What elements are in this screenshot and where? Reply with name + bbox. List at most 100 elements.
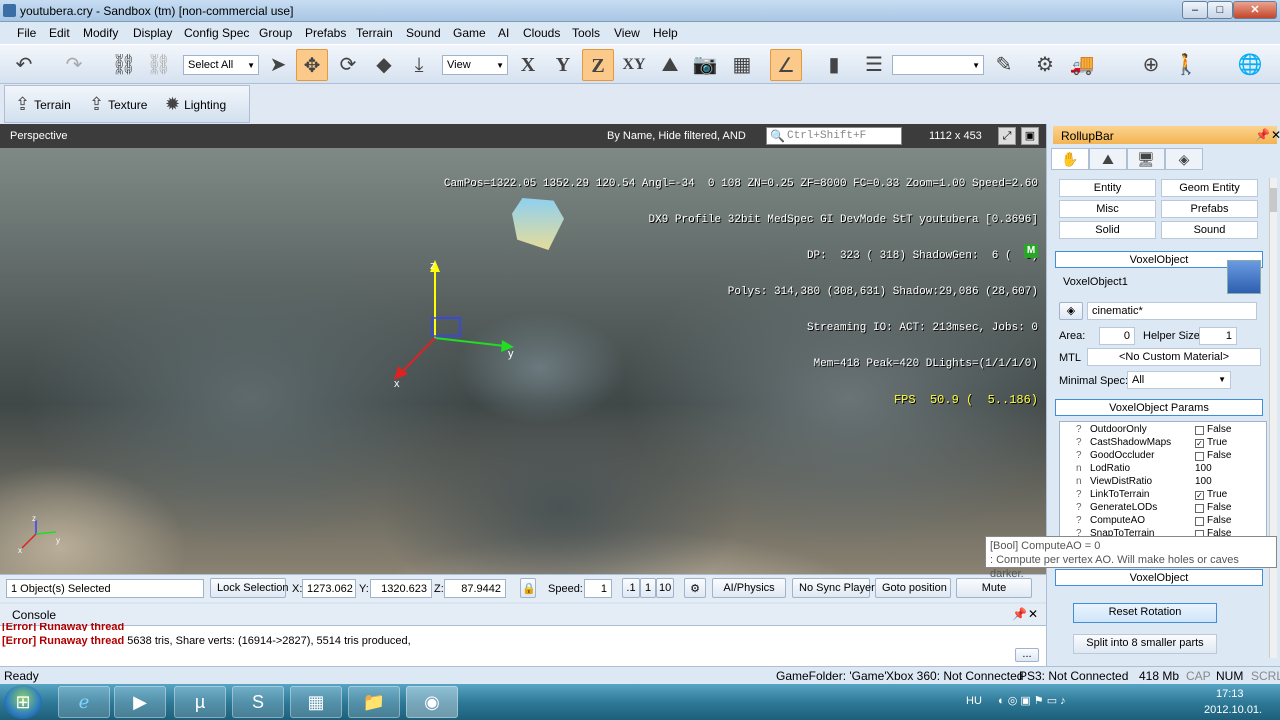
- layer-field[interactable]: cinematic*: [1087, 302, 1257, 320]
- voxelobject-params-header[interactable]: VoxelObject Params: [1055, 399, 1263, 416]
- minimal-spec-dropdown[interactable]: All ▼: [1127, 371, 1231, 389]
- menu-config-spec[interactable]: Config Spec: [184, 26, 249, 40]
- param-checkbox[interactable]: ✓: [1195, 491, 1204, 500]
- lifebuoy-icon[interactable]: ⊕: [1135, 49, 1167, 81]
- scrollbar-thumb[interactable]: [1270, 188, 1277, 212]
- utorrent-taskbar-icon[interactable]: µ: [174, 686, 226, 718]
- tab-objects[interactable]: ✋: [1051, 148, 1089, 170]
- globe-icon[interactable]: 🌐: [1234, 49, 1266, 81]
- pin-icon[interactable]: 📌: [1255, 128, 1270, 142]
- material-editor-icon[interactable]: ✎: [988, 49, 1020, 81]
- ai-physics-button[interactable]: AI/Physics: [712, 578, 786, 598]
- speed-preset-0.1[interactable]: .1: [622, 578, 640, 598]
- axis-xy-button[interactable]: XY: [618, 49, 650, 81]
- param-row[interactable]: n LodRatio 100: [1060, 463, 1266, 476]
- menu-terrain[interactable]: Terrain: [356, 26, 393, 40]
- console-more-button[interactable]: ...: [1015, 648, 1039, 662]
- angle-snap-icon[interactable]: ∠: [770, 49, 802, 81]
- select-filter-dropdown[interactable]: Select All ▼: [183, 55, 259, 75]
- param-row[interactable]: ? LinkToTerrain ✓ True: [1060, 489, 1266, 502]
- helper-size-input[interactable]: 1: [1199, 327, 1237, 345]
- select-arrow-icon[interactable]: ➤: [262, 49, 294, 81]
- speed-preset-1[interactable]: 1: [640, 578, 656, 598]
- speed-input[interactable]: 1: [584, 579, 612, 598]
- y-coordinate-field[interactable]: 1320.623: [370, 579, 432, 598]
- calculator-taskbar-icon[interactable]: ▦: [290, 686, 342, 718]
- menu-sound[interactable]: Sound: [406, 26, 441, 40]
- param-row[interactable]: ? GenerateLODs False: [1060, 502, 1266, 515]
- clock-date[interactable]: 2012.10.01.: [1204, 704, 1262, 716]
- layer-icon[interactable]: ◈: [1059, 302, 1083, 320]
- camera-icon[interactable]: 📷: [689, 49, 721, 81]
- grid-icon[interactable]: ▦: [726, 49, 758, 81]
- close-rollup-icon[interactable]: ✕: [1271, 128, 1280, 142]
- language-indicator[interactable]: HU: [966, 695, 982, 707]
- menu-ai[interactable]: AI: [498, 26, 509, 40]
- move-icon[interactable]: ✥: [296, 49, 328, 81]
- menu-clouds[interactable]: Clouds: [523, 26, 560, 40]
- tab-layers[interactable]: ◈: [1165, 148, 1203, 170]
- link-icon[interactable]: ⛓: [108, 49, 140, 81]
- menu-help[interactable]: Help: [653, 26, 678, 40]
- lock-selection-button[interactable]: Lock Selection: [210, 578, 289, 598]
- speed-preset-10[interactable]: 10: [656, 578, 674, 598]
- unlink-icon[interactable]: ⛓: [143, 49, 175, 81]
- menu-modify[interactable]: Modify: [83, 26, 118, 40]
- explorer-taskbar-icon[interactable]: 📁: [348, 686, 400, 718]
- ruler-icon[interactable]: ▮: [818, 49, 850, 81]
- axis-x-button[interactable]: X: [512, 49, 544, 81]
- tab-display[interactable]: 🖥: [1127, 148, 1165, 170]
- object-color-swatch[interactable]: [1227, 260, 1261, 294]
- param-row[interactable]: ? CastShadowMaps ✓ True: [1060, 437, 1266, 450]
- layer-dropdown[interactable]: ▼: [892, 55, 984, 75]
- coordinate-system-dropdown[interactable]: View ▼: [442, 55, 508, 75]
- menu-prefabs[interactable]: Prefabs: [305, 26, 346, 40]
- reset-rotation-button[interactable]: Reset Rotation: [1073, 603, 1217, 623]
- media-taskbar-icon[interactable]: ▶: [114, 686, 166, 718]
- param-row[interactable]: ? GoodOccluder False: [1060, 450, 1266, 463]
- param-row[interactable]: n ViewDistRatio 100: [1060, 476, 1266, 489]
- close-console-icon[interactable]: ✕: [1028, 607, 1038, 621]
- axis-y-button[interactable]: Y: [547, 49, 579, 81]
- texture-button[interactable]: ⇪ Texture: [89, 94, 147, 115]
- mute-button[interactable]: Mute: [956, 578, 1032, 598]
- param-checkbox[interactable]: [1195, 452, 1204, 461]
- axis-z-button[interactable]: Z: [582, 49, 614, 81]
- params-grid[interactable]: ? OutdoorOnly False ? CastShadowMaps ✓ True ?…: [1059, 421, 1267, 537]
- split-button[interactable]: Split into 8 smaller parts: [1073, 634, 1217, 654]
- undo-icon[interactable]: ↶: [8, 49, 40, 81]
- viewport-options-icon[interactable]: ▣: [1021, 127, 1039, 145]
- pin-icon[interactable]: 📌: [1012, 607, 1027, 621]
- drop-to-ground-icon[interactable]: ⤓: [403, 49, 435, 81]
- redo-icon[interactable]: ↷: [58, 49, 90, 81]
- param-checkbox[interactable]: [1195, 517, 1204, 526]
- maximize-viewport-icon[interactable]: ⤢: [998, 127, 1016, 145]
- start-button[interactable]: ⊞: [4, 685, 42, 719]
- console-output[interactable]: [Error] Runaway thread [Error] Runaway t…: [0, 623, 1046, 666]
- rollup-scrollbar[interactable]: [1269, 178, 1277, 658]
- viewport-label[interactable]: Perspective: [10, 130, 67, 142]
- clock-time[interactable]: 17:13: [1216, 688, 1244, 700]
- object-search-input[interactable]: Ctrl+Shift+F: [766, 127, 902, 145]
- minimize-button[interactable]: –: [1182, 1, 1208, 19]
- solid-button[interactable]: Solid: [1059, 221, 1156, 239]
- database-icon[interactable]: ⚙: [1029, 49, 1061, 81]
- 3d-viewport[interactable]: CamPos=1322.05 1352.29 120.54 Angl=-34 0…: [0, 148, 1046, 574]
- lighting-button[interactable]: ✹ Lighting: [165, 94, 226, 115]
- rotate-icon[interactable]: ⟳: [332, 49, 364, 81]
- menu-edit[interactable]: Edit: [49, 26, 70, 40]
- menu-display[interactable]: Display: [133, 26, 172, 40]
- material-button[interactable]: <No Custom Material>: [1087, 348, 1261, 366]
- entity-button[interactable]: Entity: [1059, 179, 1156, 197]
- menu-view[interactable]: View: [614, 26, 640, 40]
- character-icon[interactable]: 🚶: [1170, 49, 1202, 81]
- param-row[interactable]: ? ComputeAO False: [1060, 515, 1266, 528]
- lock-coordinates-icon[interactable]: 🔒: [520, 578, 536, 598]
- z-coordinate-field[interactable]: 87.9442: [444, 579, 506, 598]
- scale-icon[interactable]: ◆: [368, 49, 400, 81]
- prefabs-button[interactable]: Prefabs: [1161, 200, 1258, 218]
- close-button[interactable]: ✕: [1233, 1, 1277, 19]
- param-checkbox[interactable]: [1195, 426, 1204, 435]
- ai-icon[interactable]: ⚙: [684, 578, 706, 598]
- menu-tools[interactable]: Tools: [572, 26, 600, 40]
